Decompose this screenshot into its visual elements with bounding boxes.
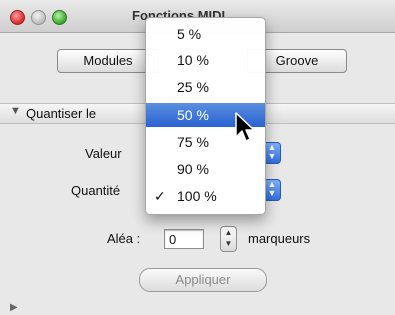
quantite-label: Quantité <box>71 183 121 198</box>
zoom-window-button[interactable] <box>52 10 67 25</box>
menu-item-90[interactable]: 90 % <box>146 157 265 181</box>
next-section-disclosure-icon[interactable]: ▶ <box>10 302 18 313</box>
apply-button[interactable]: Appliquer <box>139 268 267 292</box>
modules-tab[interactable]: Modules <box>57 49 159 73</box>
mouse-pointer-icon <box>235 112 255 142</box>
valeur-label: Valeur <box>85 146 122 161</box>
close-window-button[interactable] <box>10 10 25 25</box>
menu-item-10[interactable]: 10 % <box>146 48 265 72</box>
disclosure-triangle-icon[interactable]: ▼ <box>10 105 21 117</box>
alea-input[interactable]: 0 <box>164 229 204 249</box>
alea-stepper[interactable]: ▲ ▼ <box>220 226 237 252</box>
menu-item-100[interactable]: ✓ 100 % <box>146 184 265 208</box>
menu-item-25[interactable]: 25 % <box>146 75 265 99</box>
menu-item-5[interactable]: 5 % <box>146 22 265 46</box>
section-title: Quantiser le <box>26 106 97 121</box>
checkmark-icon: ✓ <box>154 188 166 204</box>
alea-label: Aléa : <box>107 231 141 246</box>
alea-unit-label: marqueurs <box>248 231 311 246</box>
minimize-window-button[interactable] <box>31 10 46 25</box>
